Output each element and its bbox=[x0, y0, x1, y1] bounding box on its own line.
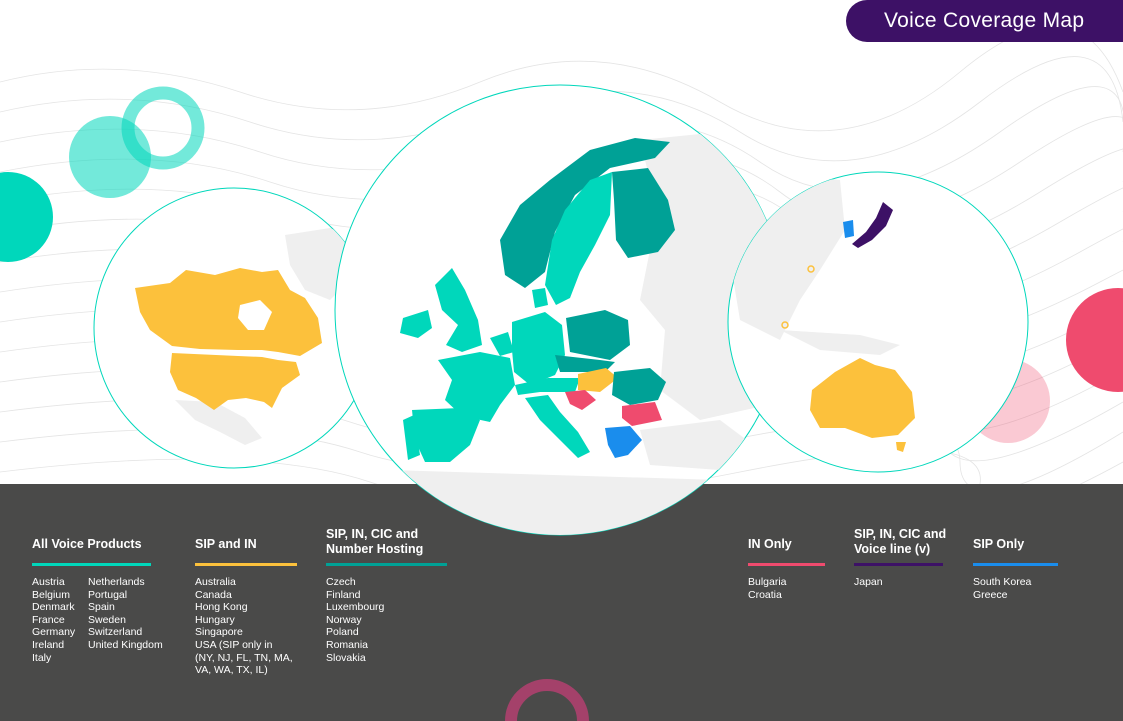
legend-heading-line: IN Only bbox=[748, 537, 792, 551]
coverage-maps bbox=[0, 84, 1123, 721]
legend-color-bar bbox=[326, 563, 447, 566]
legend-heading: SIP and IN bbox=[195, 537, 257, 552]
legend-color-bar bbox=[748, 563, 825, 566]
legend-heading-line: SIP, IN, CIC and bbox=[854, 527, 947, 541]
legend-color-bar bbox=[973, 563, 1058, 566]
legend-country: Switzerland bbox=[88, 626, 143, 639]
legend-country: Slovakia bbox=[326, 651, 366, 664]
legend-heading-line: SIP, IN, CIC and bbox=[326, 527, 419, 541]
legend-country: VA, WA, TX, IL) bbox=[195, 664, 268, 677]
legend-heading-line: All Voice Products bbox=[32, 537, 142, 551]
legend-country: France bbox=[32, 613, 65, 626]
legend-color-bar bbox=[32, 563, 151, 566]
legend-country: Finland bbox=[326, 588, 361, 601]
legend-country: Norway bbox=[326, 613, 362, 626]
legend-heading: SIP, IN, CIC and Voice line (v) bbox=[854, 527, 946, 557]
legend-country: Austria bbox=[32, 576, 65, 588]
legend-country: Poland bbox=[326, 626, 359, 639]
map-north-america bbox=[93, 187, 375, 469]
map-asia-pacific bbox=[727, 171, 1029, 473]
legend-country-list: Bulgaria Croatia bbox=[748, 576, 787, 601]
legend-country: Australia bbox=[195, 576, 236, 588]
legend-country: United Kingdom bbox=[88, 638, 163, 651]
legend-country: Greece bbox=[973, 588, 1008, 601]
legend-country: Portugal bbox=[88, 588, 128, 601]
legend-country-list: Netherlands Portugal Spain Sweden Switzerlan… bbox=[88, 576, 163, 652]
legend-heading: SIP Only bbox=[973, 537, 1024, 552]
legend-country-list: Australia Canada Hong Kong Hungary Singapore… bbox=[195, 576, 293, 677]
legend-country: (NY, NJ, FL, TN, MA, bbox=[195, 651, 293, 664]
legend-country: Romania bbox=[326, 638, 369, 651]
legend-color-bar bbox=[195, 563, 297, 566]
legend-country: Spain bbox=[88, 601, 115, 614]
legend-country: Belgium bbox=[32, 588, 70, 601]
legend-heading-line: SIP Only bbox=[973, 537, 1025, 551]
legend-heading: All Voice Products bbox=[32, 537, 142, 552]
legend-heading-line: Voice line (v) bbox=[854, 542, 931, 556]
decorative-blob-teal bbox=[0, 172, 53, 262]
legend-country: Germany bbox=[32, 626, 76, 639]
map-europe bbox=[334, 84, 786, 536]
legend-country: Hungary bbox=[195, 613, 235, 626]
legend-country: South Korea bbox=[973, 576, 1032, 588]
legend-country-list: Japan bbox=[854, 576, 883, 589]
decorative-blob-pink bbox=[1066, 288, 1123, 392]
legend-country: Czech bbox=[326, 576, 356, 588]
legend-country-list: South Korea Greece bbox=[973, 576, 1031, 601]
legend-country: Bulgaria bbox=[748, 576, 787, 588]
legend-country: Italy bbox=[32, 651, 52, 664]
legend-heading-line: SIP and IN bbox=[195, 537, 257, 551]
legend-country: Ireland bbox=[32, 638, 65, 651]
legend-heading-line: Number Hosting bbox=[326, 542, 424, 556]
legend-country: Netherlands bbox=[88, 576, 145, 588]
legend-country: USA (SIP only in bbox=[195, 638, 273, 651]
legend-color-bar bbox=[854, 563, 943, 566]
legend-country-list: Austria Belgium Denmark France Germany Irelan… bbox=[32, 576, 75, 664]
legend-country: Hong Kong bbox=[195, 601, 248, 614]
legend-country: Croatia bbox=[748, 588, 782, 601]
legend-country: Sweden bbox=[88, 613, 126, 626]
legend-country: Singapore bbox=[195, 626, 243, 639]
legend-country: Luxembourg bbox=[326, 601, 385, 614]
legend-country: Denmark bbox=[32, 601, 75, 614]
legend-country: Japan bbox=[854, 576, 883, 588]
legend-heading: IN Only bbox=[748, 537, 792, 552]
legend-country-list: Czech Finland Luxembourg Norway Poland Romani… bbox=[326, 576, 384, 664]
legend-heading: SIP, IN, CIC and Number Hosting bbox=[326, 527, 423, 557]
legend-country: Canada bbox=[195, 588, 232, 601]
page-title: Voice Coverage Map bbox=[846, 0, 1123, 42]
decorative-ring-maroon bbox=[505, 679, 589, 721]
